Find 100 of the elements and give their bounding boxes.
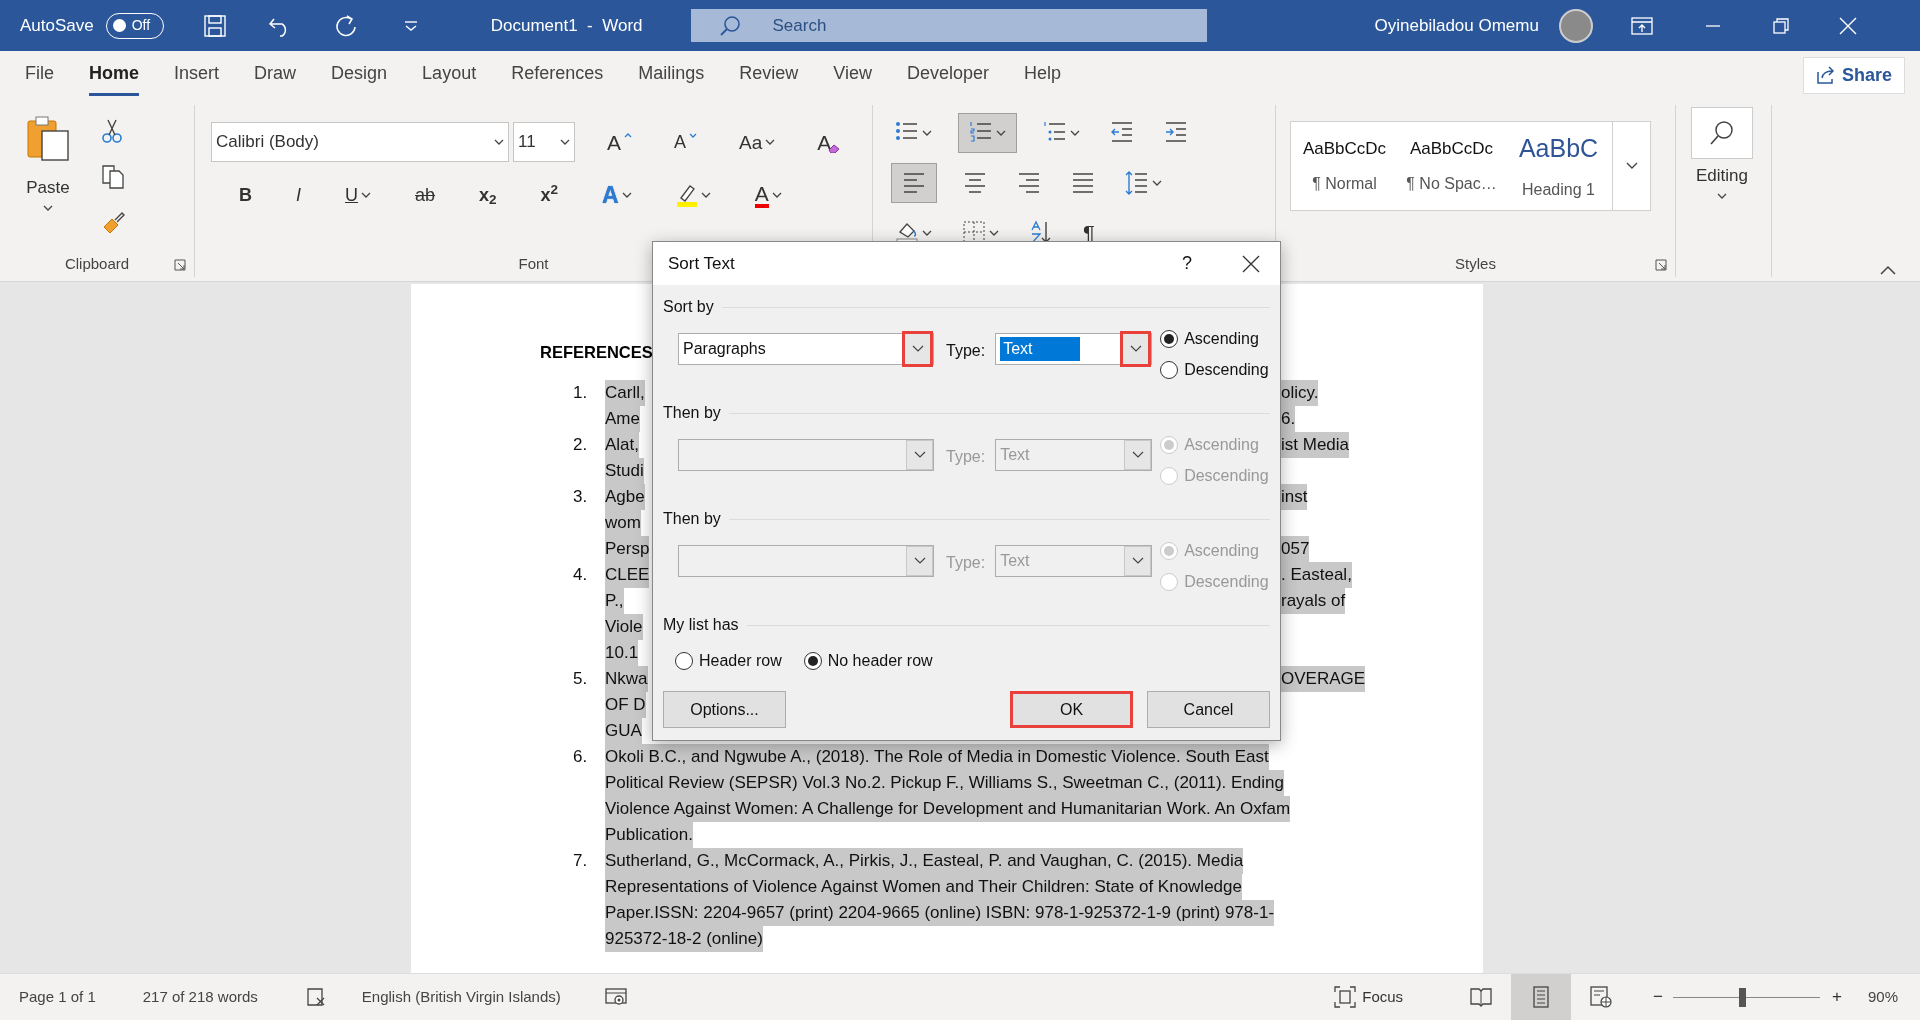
close-icon[interactable] bbox=[1242, 254, 1260, 273]
type-dropdown[interactable]: Text bbox=[995, 333, 1153, 365]
section-label: Sort by bbox=[663, 297, 714, 317]
document-text: OF D bbox=[605, 692, 646, 718]
dialog-launcher-icon[interactable] bbox=[1655, 259, 1667, 271]
ribbon-tab[interactable]: Developer bbox=[907, 54, 990, 96]
macro-icon[interactable] bbox=[604, 987, 627, 1007]
document-text: wom bbox=[605, 510, 641, 536]
change-case-button[interactable]: Aa bbox=[735, 130, 780, 154]
font-size-field[interactable]: 11 bbox=[513, 122, 575, 162]
scissors-icon[interactable] bbox=[102, 119, 122, 143]
clear-formatting-button[interactable]: A bbox=[813, 129, 845, 155]
document-text: Ame bbox=[605, 406, 640, 432]
subscript-button[interactable]: x$_{2}$ bbox=[475, 179, 501, 211]
search-icon bbox=[1709, 120, 1735, 146]
ribbon-tab[interactable]: File bbox=[25, 54, 54, 96]
document-text: OVERAGE bbox=[1281, 666, 1366, 692]
radio-button[interactable] bbox=[675, 652, 693, 670]
ribbon-tab[interactable]: View bbox=[833, 54, 872, 96]
paste-button[interactable]: Paste bbox=[22, 113, 74, 251]
options-button[interactable]: Options... bbox=[663, 691, 786, 728]
text-effects-button[interactable]: A bbox=[598, 176, 636, 215]
share-button[interactable]: Share bbox=[1802, 56, 1905, 94]
document-text: GUA bbox=[605, 718, 642, 744]
font-name-field[interactable]: Calibri (Body) bbox=[211, 122, 509, 162]
ribbon-tab[interactable]: Design bbox=[331, 54, 388, 96]
radio-button[interactable] bbox=[1160, 330, 1179, 348]
read-mode-icon[interactable] bbox=[1470, 986, 1493, 1008]
dropdown-button[interactable] bbox=[902, 331, 933, 367]
restore-icon[interactable] bbox=[1772, 17, 1789, 34]
underline-button[interactable]: U bbox=[341, 179, 375, 211]
dropdown-field[interactable]: Paragraphs bbox=[678, 333, 934, 365]
align-center-icon[interactable] bbox=[963, 170, 987, 196]
radio-label: Descending bbox=[1184, 360, 1269, 380]
up-caret-icon bbox=[624, 131, 632, 138]
caret-icon bbox=[621, 192, 632, 199]
strikethrough-button[interactable]: ab bbox=[411, 179, 440, 211]
radio-label: Descending bbox=[1184, 466, 1269, 486]
web-layout-icon[interactable] bbox=[1590, 986, 1613, 1008]
radio-label: Descending bbox=[1184, 572, 1269, 592]
proofing-icon[interactable] bbox=[305, 987, 326, 1007]
shrink-font-button[interactable]: A bbox=[670, 131, 702, 153]
document-text: P., bbox=[605, 588, 624, 614]
caret-icon bbox=[765, 139, 776, 145]
ribbon-tab[interactable]: Layout bbox=[422, 54, 477, 96]
dropdown-button[interactable] bbox=[1120, 331, 1152, 367]
style-item[interactable]: AaBbCcDc ¶ Normal bbox=[1291, 122, 1398, 210]
ribbon-tab[interactable]: Draw bbox=[254, 54, 297, 96]
customize-icon[interactable] bbox=[403, 20, 418, 31]
radio-button[interactable] bbox=[1160, 361, 1179, 379]
more-styles-icon[interactable] bbox=[1625, 162, 1638, 170]
radio-button[interactable] bbox=[803, 652, 822, 670]
collapse-ribbon-icon[interactable] bbox=[1880, 265, 1896, 275]
font-color-button[interactable]: A bbox=[750, 180, 786, 210]
ribbon-tab[interactable]: Mailings bbox=[638, 54, 705, 96]
zoom-in-button[interactable]: + bbox=[1828, 982, 1846, 1012]
align-right-icon[interactable] bbox=[1017, 170, 1041, 196]
superscript-button[interactable]: x$^{2}$ bbox=[536, 179, 563, 211]
document-text: CLEE bbox=[605, 562, 650, 588]
grow-font-button[interactable]: A bbox=[603, 129, 636, 155]
cancel-button[interactable]: Cancel bbox=[1147, 691, 1270, 728]
ribbon-display-icon[interactable] bbox=[1630, 16, 1653, 35]
line-spacing-icon[interactable] bbox=[1125, 170, 1149, 196]
document-text: Studi bbox=[605, 458, 644, 484]
radio-label: No header row bbox=[827, 651, 933, 671]
section-label: Then by bbox=[663, 403, 721, 423]
editing-button[interactable]: Editing bbox=[1687, 105, 1757, 251]
caret-icon bbox=[700, 192, 711, 199]
group-label: Clipboard bbox=[64, 253, 130, 274]
style-item[interactable]: AaBbC Heading 1 bbox=[1505, 122, 1612, 210]
zoom-level: 90% bbox=[1867, 986, 1898, 1007]
document-text: Carll, bbox=[605, 380, 645, 406]
ribbon-tab[interactable]: Review bbox=[739, 54, 799, 96]
document-text: Nkwa bbox=[605, 666, 648, 692]
list-number: 4. bbox=[572, 564, 589, 586]
bold-button[interactable]: B bbox=[235, 179, 256, 211]
save-icon[interactable] bbox=[203, 14, 226, 37]
document-text: . Easteal, bbox=[1281, 562, 1352, 588]
slider-thumb[interactable] bbox=[1739, 987, 1747, 1007]
zoom-out-button[interactable]: − bbox=[1649, 982, 1668, 1012]
copy-icon[interactable] bbox=[102, 165, 124, 189]
ribbon-tab[interactable]: Home bbox=[89, 54, 140, 96]
search-field[interactable]: Search bbox=[690, 9, 1207, 42]
style-item[interactable]: AaBbCcDc ¶ No Spac… bbox=[1398, 122, 1505, 210]
dialog-launcher-icon[interactable] bbox=[174, 259, 186, 271]
ok-button[interactable]: OK bbox=[1010, 691, 1133, 728]
ribbon-tab[interactable]: Help bbox=[1024, 54, 1062, 96]
justify-icon[interactable] bbox=[1071, 170, 1095, 196]
focus-button[interactable]: Focus bbox=[1330, 983, 1408, 1011]
redo-icon[interactable] bbox=[333, 13, 358, 38]
italic-button[interactable]: I bbox=[292, 179, 305, 211]
caret-icon bbox=[913, 451, 926, 459]
dialog-title: Sort Text bbox=[668, 252, 735, 275]
avatar[interactable] bbox=[1558, 8, 1593, 43]
help-button[interactable]: ? bbox=[1182, 250, 1192, 277]
ribbon-tab[interactable]: References bbox=[511, 54, 604, 96]
paintbrush-icon[interactable] bbox=[102, 211, 126, 233]
caret-icon bbox=[922, 130, 932, 136]
align-left-icon[interactable] bbox=[902, 170, 926, 196]
ribbon-tab[interactable]: Insert bbox=[174, 54, 220, 96]
